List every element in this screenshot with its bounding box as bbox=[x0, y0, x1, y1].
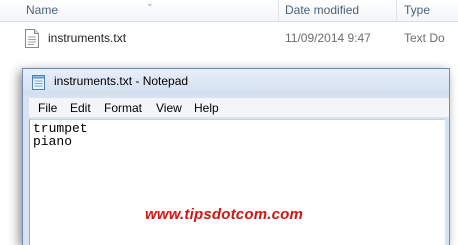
column-header-date-modified[interactable]: Date modified bbox=[285, 3, 359, 17]
text-editor-area[interactable]: trumpet piano bbox=[29, 119, 445, 245]
menu-help[interactable]: Help bbox=[194, 101, 219, 115]
column-header-type[interactable]: Type bbox=[404, 3, 430, 17]
column-header-bar: Name ⌄ Date modified Type bbox=[0, 0, 458, 22]
menu-file[interactable]: File bbox=[38, 101, 57, 115]
file-row-instruments[interactable]: instruments.txt 11/09/2014 9:47 Text Do bbox=[18, 28, 458, 50]
sort-chevron-icon: ⌄ bbox=[146, 0, 154, 8]
menu-view[interactable]: View bbox=[156, 101, 182, 115]
text-document-icon bbox=[25, 29, 39, 48]
column-divider[interactable] bbox=[278, 0, 279, 22]
menu-format[interactable]: Format bbox=[104, 101, 142, 115]
column-header-name[interactable]: Name bbox=[26, 3, 58, 17]
notepad-icon bbox=[32, 75, 45, 90]
menu-edit[interactable]: Edit bbox=[70, 101, 91, 115]
editor-content[interactable]: trumpet piano bbox=[33, 122, 88, 148]
window-title: instruments.txt - Notepad bbox=[54, 74, 189, 88]
file-type: Text Do bbox=[404, 31, 445, 45]
watermark-url: www.tipsdotcom.com bbox=[145, 206, 304, 223]
menu-bar: File Edit Format View Help bbox=[29, 98, 449, 118]
file-name[interactable]: instruments.txt bbox=[48, 31, 126, 45]
title-bar[interactable]: instruments.txt - Notepad bbox=[23, 69, 449, 95]
column-divider[interactable] bbox=[396, 0, 397, 22]
file-date-modified: 11/09/2014 9:47 bbox=[285, 31, 371, 45]
